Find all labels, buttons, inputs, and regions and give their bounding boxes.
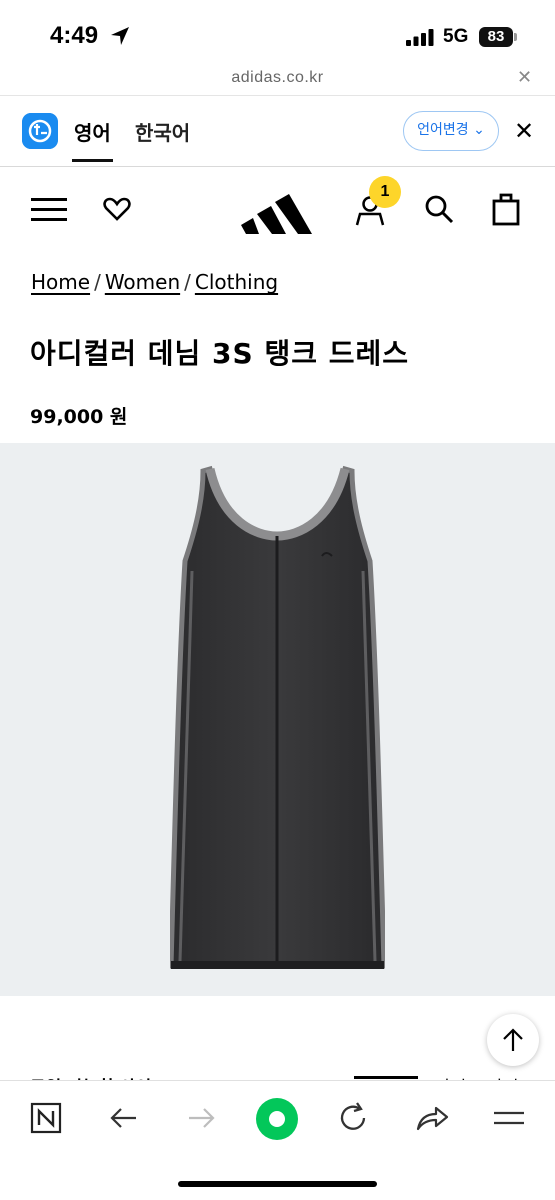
share-icon[interactable] [410,1097,454,1141]
shopping-bag-icon[interactable] [492,192,520,226]
breadcrumb-separator: / [184,270,191,294]
url-bar[interactable]: adidas.co.kr ✕ [0,62,555,96]
naver-n-icon[interactable] [24,1097,68,1141]
menu-icon[interactable] [31,198,67,222]
back-arrow-icon[interactable] [102,1097,146,1141]
site-header: 1 [0,168,555,258]
battery-icon: 83 [479,27,513,47]
wishlist-heart-icon[interactable] [103,196,131,222]
translate-bar: 영어 한국어 언어변경 ⌄ ✕ [0,97,555,167]
breadcrumb-home-link[interactable]: Home [31,270,90,294]
reload-icon[interactable] [332,1097,376,1141]
change-language-button[interactable]: 언어변경 ⌄ [403,111,499,151]
cart-count-badge: 1 [369,176,401,208]
search-icon[interactable] [424,194,454,224]
battery-tip [514,33,517,41]
tab-korean[interactable]: 한국어 [135,117,190,146]
close-icon[interactable]: ✕ [517,67,532,88]
more-menu-icon[interactable] [487,1097,531,1141]
product-title: 아디컬러 데님 3S 탱크 드레스 [30,337,410,370]
location-arrow-icon [111,27,129,45]
scroll-to-top-button[interactable] [487,1014,539,1066]
status-time: 4:49 [50,22,99,49]
breadcrumb-clothing-link[interactable]: Clothing [195,270,278,294]
network-type: 5G [443,26,469,47]
change-language-label: 언어변경 [417,122,469,138]
browser-toolbar [0,1080,555,1200]
ruler-icon [354,1076,418,1079]
url-text[interactable]: adidas.co.kr [0,69,555,87]
green-home-icon[interactable] [255,1097,299,1141]
breadcrumb-separator: / [94,270,101,294]
home-indicator [178,1181,377,1187]
forward-arrow-icon[interactable] [179,1097,223,1141]
adidas-logo-icon[interactable] [241,188,315,234]
translate-app-icon[interactable] [22,113,58,149]
chevron-down-icon: ⌄ [473,122,485,138]
signal-icon [406,29,434,46]
breadcrumb-women-link[interactable]: Women [105,270,180,294]
status-bar: 4:49 5G 83 [0,0,555,70]
product-image[interactable] [0,443,555,996]
tab-english[interactable]: 영어 [72,117,113,162]
dress-photo [170,465,385,969]
close-icon[interactable]: ✕ [514,117,534,145]
product-price: 99,000 원 [30,406,128,428]
arrow-up-icon [503,1028,523,1051]
breadcrumb: Home / Women / Clothing [31,270,278,294]
